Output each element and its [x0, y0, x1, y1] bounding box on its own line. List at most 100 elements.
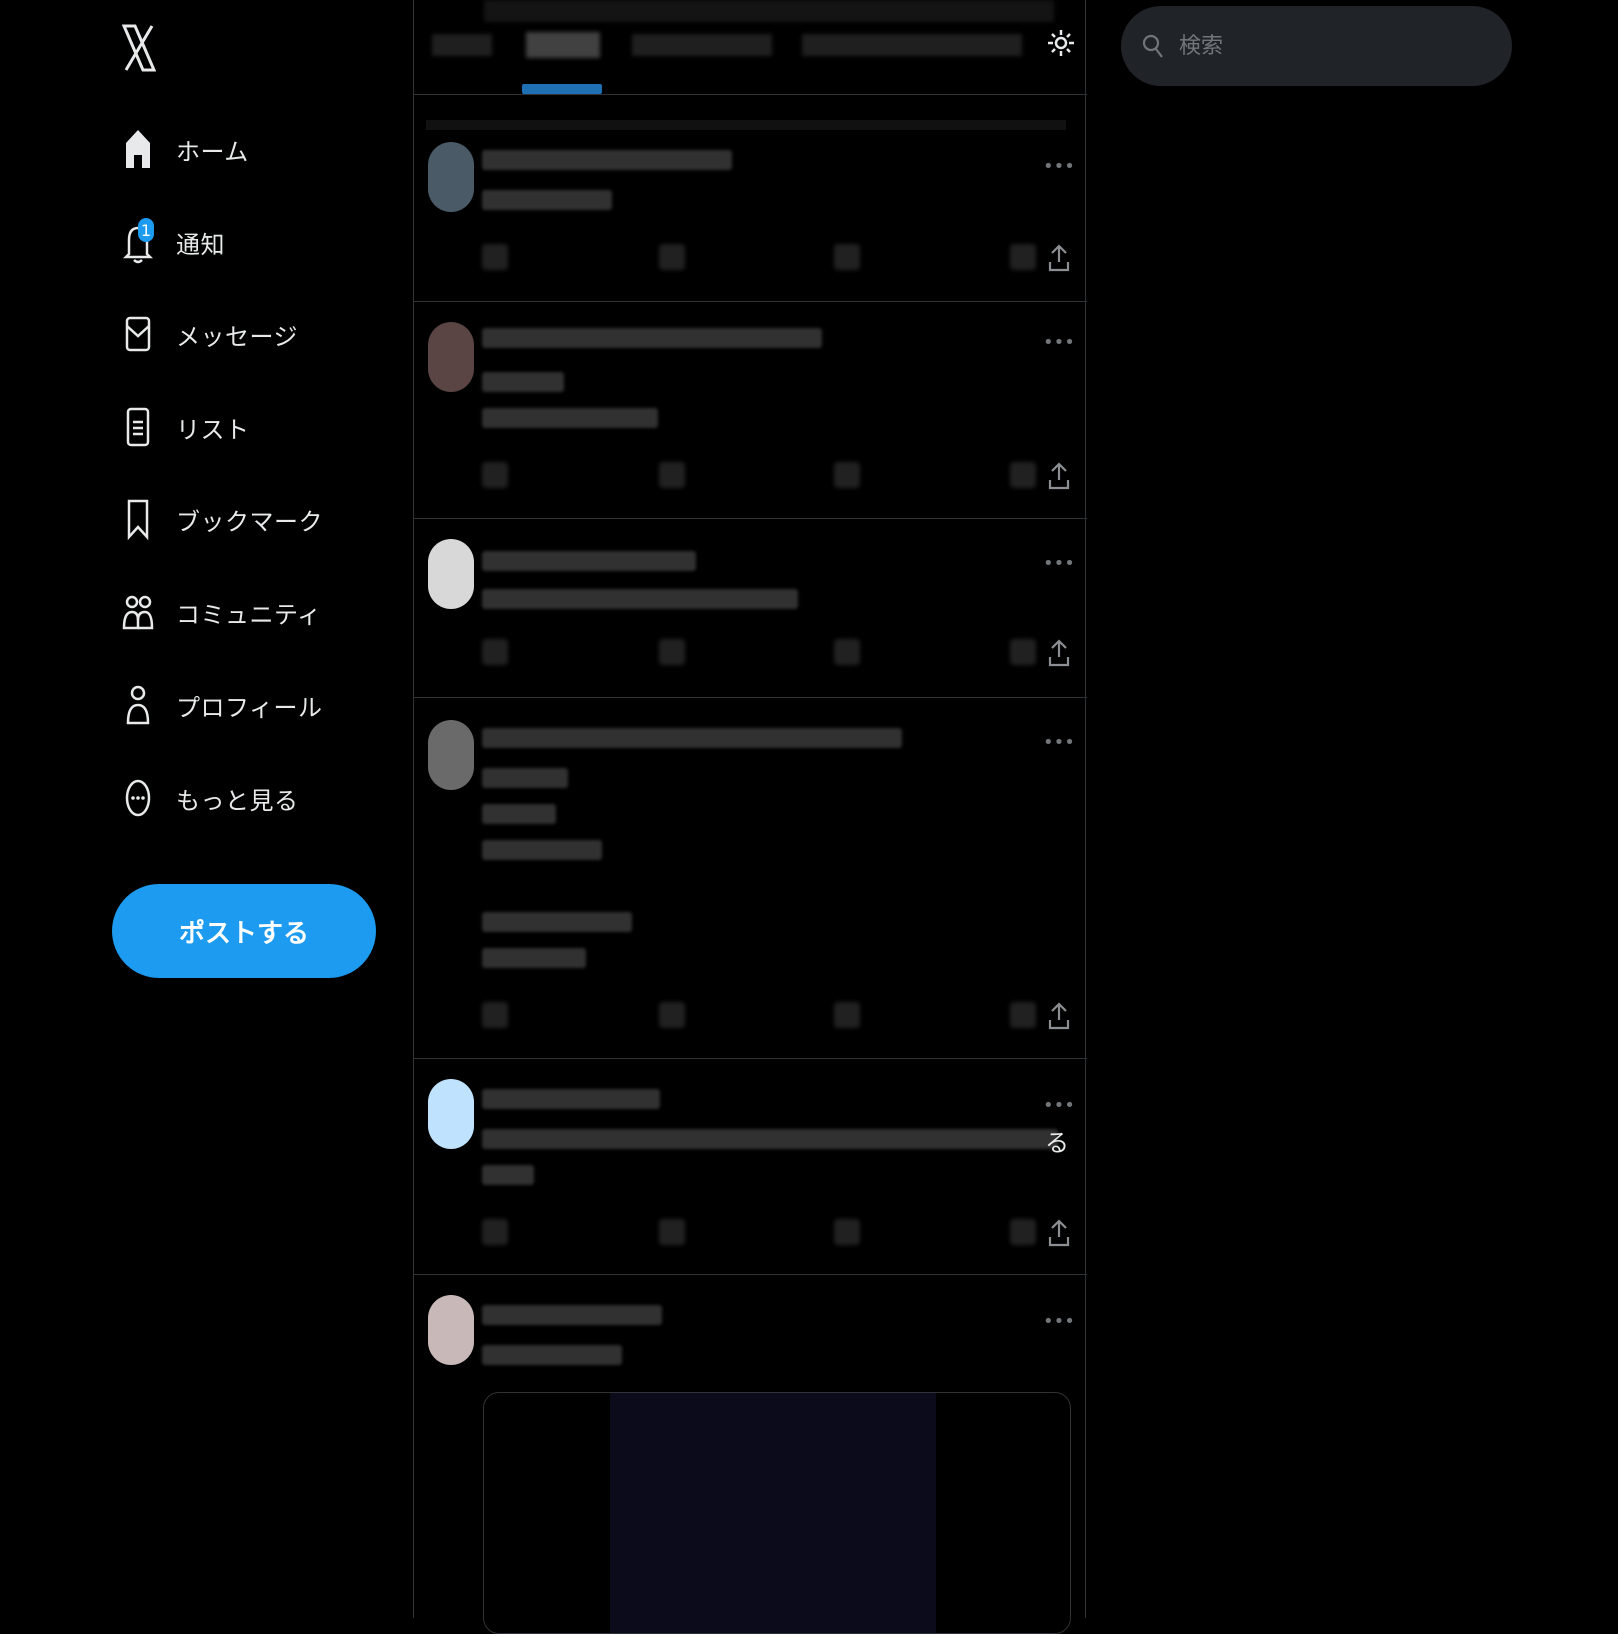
- avatar[interactable]: [428, 1079, 474, 1149]
- like-icon[interactable]: [834, 462, 860, 488]
- timeline-column: ••• ••• ••• ••• る ••• •••: [413, 0, 1087, 1634]
- search-input[interactable]: [1177, 32, 1481, 60]
- tweet-author[interactable]: [482, 1089, 660, 1109]
- reply-icon[interactable]: [482, 244, 508, 270]
- tweet[interactable]: •••: [414, 519, 1087, 697]
- sidebar: ホーム 1 通知 メッセージ リスト ブックマーク コミュニティ プロフィール …: [0, 0, 413, 1618]
- nav-item-communities[interactable]: コミュニティ: [116, 580, 376, 644]
- tweet-text: [482, 1165, 534, 1185]
- share-icon[interactable]: [1047, 244, 1071, 272]
- tweet-top-shade: [426, 120, 1066, 130]
- share-icon[interactable]: [1047, 1219, 1071, 1247]
- views-icon[interactable]: [1010, 244, 1036, 270]
- share-icon[interactable]: [1047, 639, 1071, 667]
- repost-icon[interactable]: [659, 639, 685, 665]
- more-options-icon[interactable]: •••: [1043, 734, 1075, 758]
- gear-icon[interactable]: [1046, 28, 1076, 58]
- list-icon: [116, 405, 160, 449]
- mail-icon: [116, 312, 160, 356]
- tweet-text: [482, 372, 564, 392]
- active-tab-indicator: [522, 84, 602, 94]
- reply-icon[interactable]: [482, 1002, 508, 1028]
- like-icon[interactable]: [834, 1219, 860, 1245]
- nav-label-notifications: 通知: [176, 230, 225, 259]
- nav-item-home[interactable]: ホーム: [116, 117, 376, 181]
- tweet-text-tail: る: [1045, 1129, 1069, 1157]
- tweet-author[interactable]: [482, 328, 822, 348]
- x-logo-icon[interactable]: [121, 22, 157, 74]
- search-icon: [1141, 31, 1165, 61]
- nav-label-communities: コミュニティ: [176, 600, 322, 629]
- nav-item-profile[interactable]: プロフィール: [116, 673, 376, 737]
- nav-item-more[interactable]: もっと見る: [116, 766, 376, 830]
- timeline-tabs: [414, 0, 1087, 94]
- nav-item-lists[interactable]: リスト: [116, 395, 376, 459]
- tweet-text: [482, 589, 798, 609]
- tweet-author[interactable]: [482, 728, 902, 748]
- views-icon[interactable]: [1010, 639, 1036, 665]
- nav-item-messages[interactable]: メッセージ: [116, 302, 376, 366]
- views-icon[interactable]: [1010, 462, 1036, 488]
- more-options-icon[interactable]: •••: [1043, 334, 1075, 358]
- share-icon[interactable]: [1047, 1002, 1071, 1030]
- tweet[interactable]: •••: [414, 302, 1087, 517]
- avatar[interactable]: [428, 322, 474, 392]
- avatar[interactable]: [428, 1295, 474, 1365]
- repost-icon[interactable]: [659, 1002, 685, 1028]
- reply-icon[interactable]: [482, 462, 508, 488]
- like-icon[interactable]: [834, 244, 860, 270]
- repost-icon[interactable]: [659, 462, 685, 488]
- bell-icon: 1: [116, 218, 160, 264]
- divider: [414, 94, 1087, 95]
- like-icon[interactable]: [834, 639, 860, 665]
- header-blur: [484, 0, 1054, 22]
- more-options-icon[interactable]: •••: [1043, 158, 1075, 182]
- tab-1[interactable]: [432, 34, 492, 56]
- more-options-icon[interactable]: •••: [1043, 1313, 1075, 1337]
- tweet-text: [482, 912, 632, 932]
- notification-badge: 1: [138, 218, 154, 242]
- tab-4[interactable]: [802, 34, 1022, 56]
- more-options-icon[interactable]: •••: [1043, 1097, 1075, 1121]
- tab-2[interactable]: [526, 32, 600, 58]
- nav-label-more: もっと見る: [176, 786, 299, 815]
- nav-label-lists: リスト: [176, 415, 250, 444]
- tab-3[interactable]: [632, 34, 772, 56]
- avatar[interactable]: [428, 142, 474, 212]
- nav-label-profile: プロフィール: [176, 693, 323, 722]
- avatar[interactable]: [428, 539, 474, 609]
- nav-label-messages: メッセージ: [176, 322, 299, 351]
- nav-item-bookmarks[interactable]: ブックマーク: [116, 487, 376, 551]
- avatar[interactable]: [428, 720, 474, 790]
- tweet[interactable]: •••: [414, 120, 1087, 300]
- home-icon: [116, 127, 160, 171]
- more-options-icon[interactable]: •••: [1043, 555, 1075, 579]
- communities-icon: [116, 590, 160, 634]
- tweet[interactable]: る •••: [414, 1059, 1087, 1274]
- tweet-author[interactable]: [482, 551, 696, 571]
- nav-item-notifications[interactable]: 1 通知: [116, 210, 376, 274]
- media-card[interactable]: [483, 1392, 1071, 1634]
- views-icon[interactable]: [1010, 1219, 1036, 1245]
- views-icon[interactable]: [1010, 1002, 1036, 1028]
- reply-icon[interactable]: [482, 639, 508, 665]
- repost-icon[interactable]: [659, 244, 685, 270]
- tweet[interactable]: •••: [414, 698, 1087, 1058]
- tweet-text: [482, 768, 568, 788]
- tweet-text: [482, 804, 556, 824]
- post-button[interactable]: ポストする: [112, 884, 376, 978]
- tweet-author[interactable]: [482, 150, 732, 170]
- tweet-text: [482, 840, 602, 860]
- repost-icon[interactable]: [659, 1219, 685, 1245]
- more-circle-icon: [116, 776, 160, 820]
- profile-icon: [116, 683, 160, 727]
- like-icon[interactable]: [834, 1002, 860, 1028]
- share-icon[interactable]: [1047, 462, 1071, 490]
- reply-icon[interactable]: [482, 1219, 508, 1245]
- media-image[interactable]: [610, 1393, 936, 1633]
- tweet-author[interactable]: [482, 1305, 662, 1325]
- search-bar[interactable]: [1121, 6, 1512, 86]
- tweet-text: [482, 1129, 1058, 1149]
- nav-label-bookmarks: ブックマーク: [176, 507, 323, 536]
- nav-label-home: ホーム: [176, 137, 249, 166]
